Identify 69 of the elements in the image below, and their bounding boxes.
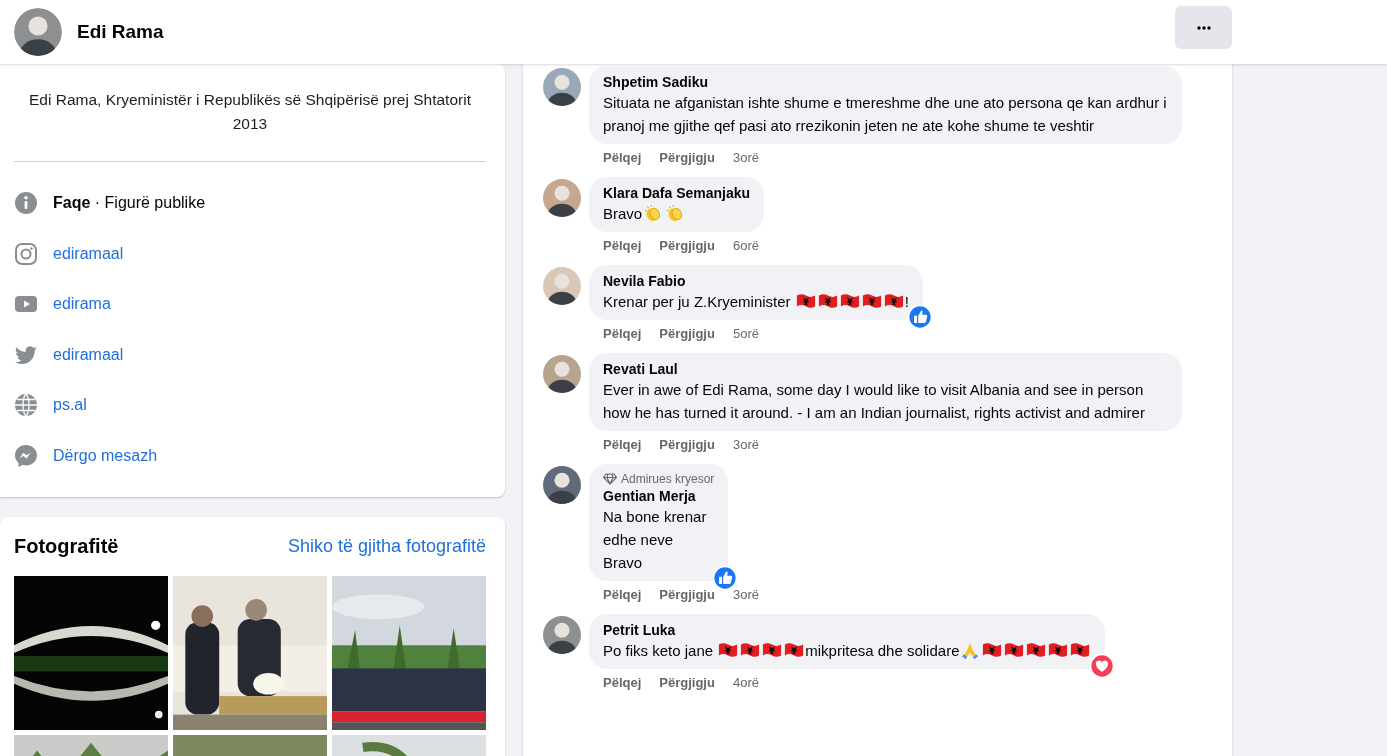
- comment-author[interactable]: Nevila Fabio: [603, 272, 909, 290]
- flag-icon: [982, 641, 1003, 659]
- reply-link[interactable]: Përgjigju: [659, 587, 715, 603]
- reply-link[interactable]: Përgjigju: [659, 150, 715, 166]
- more-icon: [1196, 25, 1211, 30]
- comment-time[interactable]: 5orë: [732, 326, 759, 342]
- profile-link[interactable]: Dërgo mesazh: [53, 446, 158, 465]
- profile-link[interactable]: ediramaal: [53, 244, 124, 263]
- avatar[interactable]: [14, 8, 62, 56]
- reply-link[interactable]: Përgjigju: [659, 437, 715, 453]
- comment-text: Ever in awe of Edi Rama, some day I would like to visit Albania and see in person how he has turned it around. - I am an Indian journalist, rights activist and admirer: [603, 380, 1146, 423]
- comment-author[interactable]: Shpetim Sadiku: [603, 73, 1168, 91]
- flag-icon: [718, 641, 739, 659]
- comment-author[interactable]: Gentian Merja: [603, 487, 715, 505]
- avatar[interactable]: [543, 179, 581, 217]
- flag-icon: [1004, 641, 1025, 659]
- reply-link[interactable]: Përgjigju: [659, 326, 715, 342]
- comment-text: Po fiks keto jane mikpritesa dhe solidare: [603, 639, 1092, 662]
- like-link[interactable]: Pëlqej: [603, 238, 642, 254]
- top-fan-label: Admirues kryesor: [603, 471, 715, 487]
- avatar[interactable]: [543, 355, 581, 393]
- see-all-photos-link[interactable]: Shiko të gjitha fotografitë: [287, 536, 486, 557]
- flag-icon: [861, 292, 882, 310]
- comment-text: Bravo: [603, 202, 751, 225]
- reply-link[interactable]: Përgjigju: [659, 675, 715, 691]
- avatar[interactable]: [543, 466, 581, 504]
- like-link[interactable]: Pëlqej: [603, 675, 642, 691]
- avatar[interactable]: [543, 267, 581, 305]
- like-link[interactable]: Pëlqej: [603, 150, 642, 166]
- comment-time[interactable]: 3orë: [732, 587, 759, 603]
- profile-link[interactable]: edirama: [53, 295, 111, 314]
- instagram-icon: [14, 241, 38, 266]
- flag-icon: [883, 292, 904, 310]
- page-name: Edi Rama: [77, 21, 164, 43]
- diamond-icon: [603, 473, 617, 485]
- like-link[interactable]: Pëlqej: [603, 587, 642, 603]
- flag-icon: [762, 641, 783, 659]
- page-description: Edi Rama, Kryeministër i Republikës së Shqipërisë prej Shtatorit 2013: [28, 90, 472, 134]
- reply-link[interactable]: Përgjigju: [659, 238, 715, 254]
- profile-link[interactable]: ediramaal: [53, 345, 124, 364]
- flag-icon: [817, 292, 838, 310]
- praying-hands-icon: [960, 641, 981, 659]
- flag-icon: [1026, 641, 1047, 659]
- page-category: Faqe · Figurë publike: [53, 194, 206, 213]
- flag-icon: [740, 641, 761, 659]
- flag-icon: [1048, 641, 1069, 659]
- avatar[interactable]: [543, 68, 581, 106]
- like-link[interactable]: Pëlqej: [603, 326, 642, 342]
- comment-text: Krenar per ju Z.Kryeminister !: [603, 291, 909, 312]
- flag-icon: [784, 641, 805, 659]
- messenger-icon: [14, 443, 38, 468]
- comment-time[interactable]: 3orë: [732, 150, 759, 166]
- comment-author[interactable]: Petrit Luka: [603, 621, 1092, 639]
- avatar[interactable]: [543, 616, 581, 654]
- comment-author[interactable]: Revati Laul: [603, 360, 1168, 378]
- profile-link[interactable]: ps.al: [53, 396, 87, 415]
- flag-icon: [839, 292, 860, 310]
- flag-icon: [1070, 641, 1091, 659]
- globe-icon: [14, 393, 38, 418]
- comment-time[interactable]: 3orë: [732, 437, 759, 453]
- comment-time[interactable]: 6orë: [732, 238, 759, 254]
- info-icon: [14, 191, 38, 216]
- comment-text: Na bone krenar edhe neve Bravo: [603, 507, 708, 573]
- flag-icon: [795, 292, 816, 310]
- section-title: Fotografitë: [14, 535, 119, 558]
- like-link[interactable]: Pëlqej: [603, 437, 642, 453]
- comment-text: Situata ne afganistan ishte shume e tmereshme dhe une ato persona qe kan ardhur i pranoj me gjithe qef pasi ato rrezikonin jeten ne ate kohe shume te veshtir: [603, 93, 1168, 136]
- comment-time[interactable]: 4orë: [732, 675, 759, 691]
- comment-author[interactable]: Klara Dafa Semanjaku: [603, 184, 751, 202]
